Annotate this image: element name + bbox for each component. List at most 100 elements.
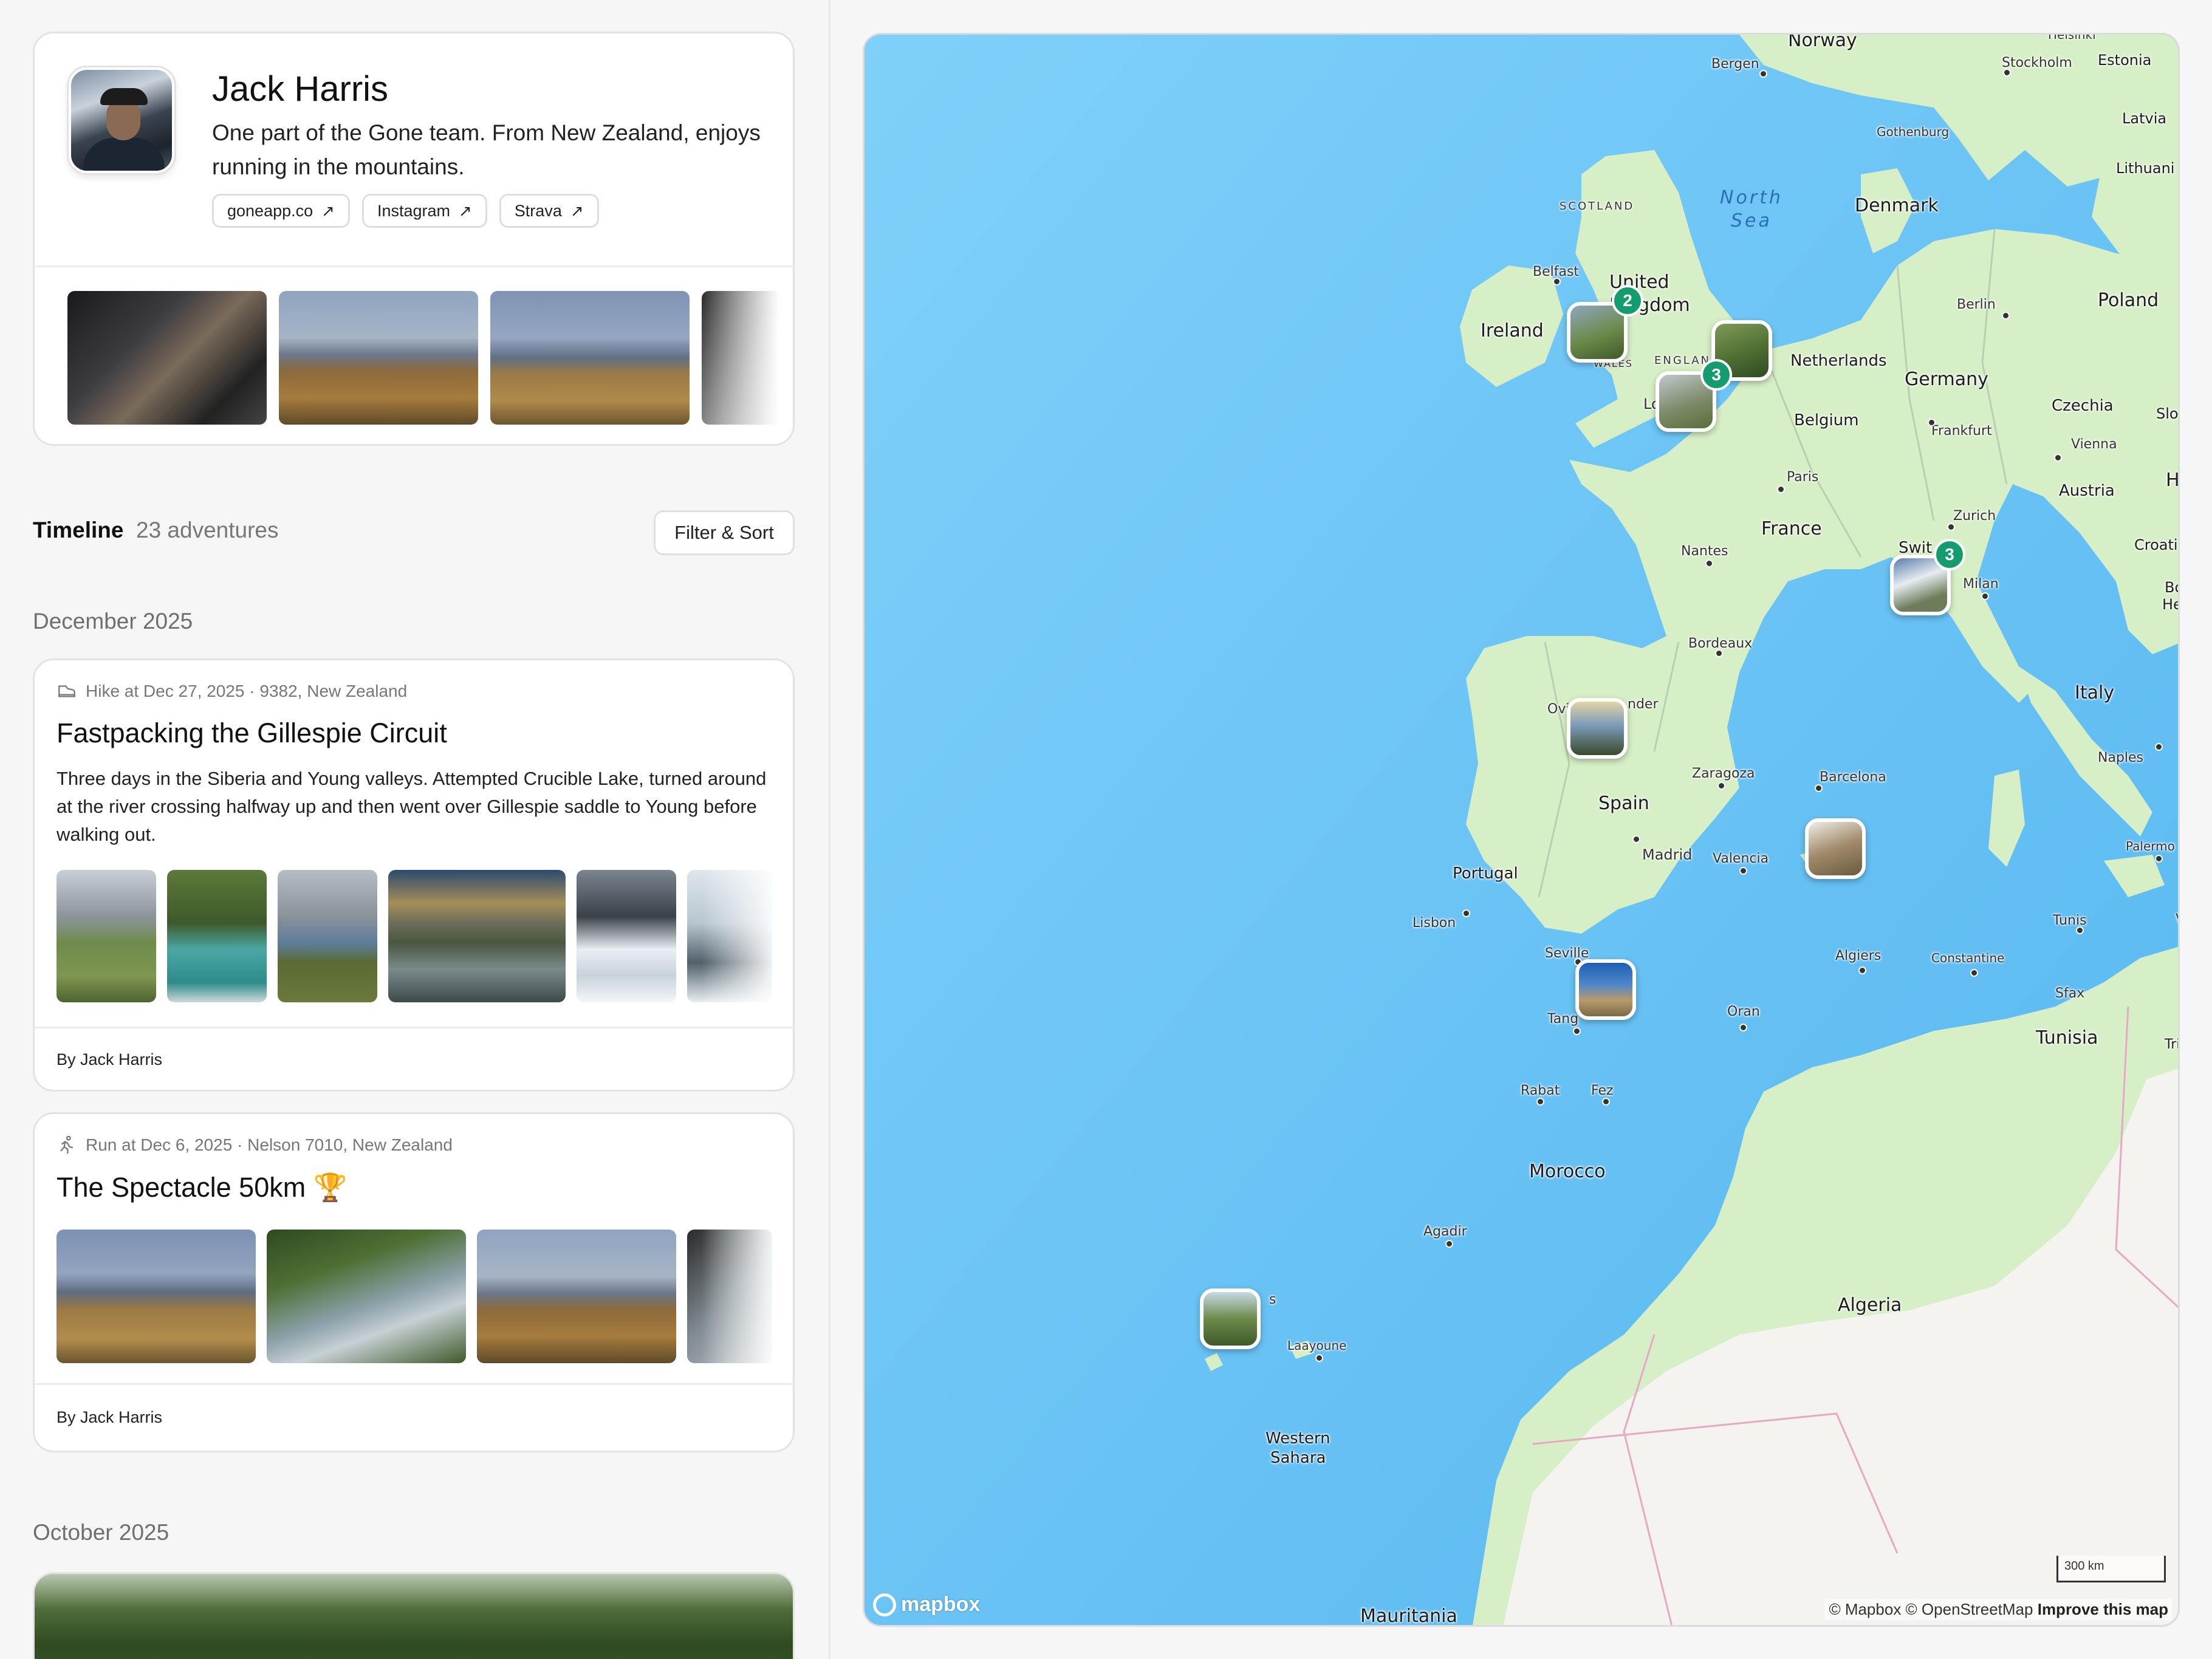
cluster-count-badge[interactable]: 3 xyxy=(1934,539,1965,570)
city-dot xyxy=(1739,1024,1747,1031)
photo-thumbnail[interactable] xyxy=(56,1230,256,1363)
sea-label: North Sea xyxy=(1720,187,1783,231)
adventure-meta: Hike at Dec 27, 2025 · 9382, New Zealand xyxy=(56,681,407,702)
map-label: SCOTLAND xyxy=(1560,200,1635,213)
adventure-photo-strip[interactable] xyxy=(56,1230,772,1363)
map-scale: 300 km xyxy=(2056,1556,2166,1582)
city-dot xyxy=(1717,782,1725,790)
divider xyxy=(35,1027,793,1028)
photo-thumbnail[interactable] xyxy=(577,870,676,1002)
map-label: Croati xyxy=(2134,536,2178,553)
cluster-count-badge[interactable]: 2 xyxy=(1612,285,1643,316)
map-label: Tang xyxy=(1547,1011,1579,1027)
map-label: Latvia xyxy=(2122,110,2167,127)
photo-thumbnail[interactable] xyxy=(278,870,377,1002)
city-dot xyxy=(2003,69,2011,77)
adventure-meta-text: Hike at Dec 27, 2025 · 9382, New Zealand xyxy=(86,682,408,700)
link-strava[interactable]: Strava ↗ xyxy=(499,194,599,228)
city-dot xyxy=(1759,70,1767,78)
improve-map-link[interactable]: Improve this map xyxy=(2038,1600,2168,1618)
map-label: Sfax xyxy=(2055,986,2085,1001)
map-attribution[interactable]: © Mapbox © OpenStreetMap Improve this ma… xyxy=(1825,1599,2172,1620)
city-dot xyxy=(1705,559,1713,567)
profile-bio: One part of the Gone team. From New Zeal… xyxy=(212,120,761,179)
month-heading: December 2025 xyxy=(33,609,193,634)
photo-thumbnail[interactable] xyxy=(267,1230,466,1363)
adventure-marker[interactable] xyxy=(1200,1288,1261,1349)
photo-thumbnail[interactable] xyxy=(167,870,267,1002)
map-label: Morocco xyxy=(1529,1161,1606,1182)
map-label: Seville xyxy=(1545,946,1589,961)
map-label: Palermo xyxy=(2126,839,2175,853)
adventure-title[interactable]: Fastpacking the Gillespie Circuit xyxy=(56,717,447,749)
city-dot xyxy=(1573,1027,1581,1035)
timeline-count: 23 adventures xyxy=(136,518,279,542)
map-label: Western xyxy=(1265,1429,1330,1448)
city-dot xyxy=(1777,485,1785,493)
map-label: s xyxy=(1269,1292,1276,1307)
city-dot xyxy=(1970,969,1978,977)
map-label: Zaragoza xyxy=(1692,766,1755,781)
link-goneapp[interactable]: goneapp.co ↗ xyxy=(212,194,350,228)
adventure-description: Three days in the Siberia and Young vall… xyxy=(56,768,767,845)
hike-boot-icon xyxy=(58,685,75,697)
map-label: Milan xyxy=(1963,576,1999,592)
attribution-text[interactable]: © Mapbox © OpenStreetMap xyxy=(1829,1600,2033,1618)
adventure-marker[interactable] xyxy=(1567,698,1628,759)
map-label: Valencia xyxy=(1713,851,1769,866)
link-instagram[interactable]: Instagram ↗ xyxy=(361,194,487,228)
map-label: Spain xyxy=(1598,793,1649,814)
adventure-card[interactable] xyxy=(33,1572,795,1659)
photo-thumbnail[interactable] xyxy=(388,870,566,1002)
map-label: Netherlands xyxy=(1790,352,1887,370)
arrow-up-right-icon: ↗ xyxy=(459,201,472,220)
city-dot xyxy=(2076,926,2084,934)
photo-thumbnail[interactable] xyxy=(490,291,690,425)
city-dot xyxy=(2054,454,2062,462)
map-label: Denmark xyxy=(1855,195,1939,216)
link-label: Strava xyxy=(514,201,562,220)
arrow-up-right-icon: ↗ xyxy=(321,201,335,220)
adventure-author[interactable]: By Jack Harris xyxy=(56,1050,162,1069)
mapbox-logo[interactable]: mapbox xyxy=(873,1593,980,1616)
map-label: Tunisia xyxy=(2036,1027,2098,1048)
adventure-marker[interactable] xyxy=(1575,959,1636,1020)
adventure-marker[interactable] xyxy=(1805,818,1866,879)
photo-thumbnail[interactable] xyxy=(477,1230,676,1363)
city-dot xyxy=(1445,1240,1453,1248)
map-label: Ireland xyxy=(1481,320,1544,341)
map-label: Gothenburg xyxy=(1877,125,1950,139)
map-label: V xyxy=(2176,912,2178,927)
map-label: Zurich xyxy=(1953,508,1996,524)
photo-thumbnail[interactable] xyxy=(279,291,478,425)
map-label: Italy xyxy=(2075,682,2115,703)
adventure-title[interactable]: The Spectacle 50km 🏆 xyxy=(56,1171,348,1203)
profile-photo-strip[interactable] xyxy=(67,291,793,425)
map-label: Lisbon xyxy=(1412,915,1456,931)
photo-thumbnail[interactable] xyxy=(56,870,156,1002)
city-dot xyxy=(1715,649,1723,657)
divider xyxy=(35,265,793,267)
map-label: Bordeaux xyxy=(1688,636,1753,651)
map-label: Agadir xyxy=(1423,1224,1467,1239)
cluster-count-badge[interactable]: 3 xyxy=(1700,359,1732,391)
map-basemap[interactable] xyxy=(865,35,2180,1627)
adventure-card[interactable]: Hike at Dec 27, 2025 · 9382, New Zealand… xyxy=(33,658,795,1092)
map-label: nder xyxy=(1628,697,1659,712)
map-label: Nantes xyxy=(1681,544,1728,559)
filter-sort-button[interactable]: Filter & Sort xyxy=(654,510,795,555)
adventure-card[interactable]: Run at Dec 6, 2025 · Nelson 7010, New Ze… xyxy=(33,1112,795,1452)
city-dot xyxy=(1739,867,1747,875)
city-dot xyxy=(1981,592,1989,600)
map-label: Belgium xyxy=(1794,411,1859,429)
photo-thumbnail[interactable] xyxy=(67,291,267,425)
map-label: Fez xyxy=(1591,1083,1614,1098)
adventure-author[interactable]: By Jack Harris xyxy=(56,1408,162,1427)
city-dot xyxy=(1815,784,1823,792)
adventure-photo-strip[interactable] xyxy=(56,870,772,1002)
map-label: H xyxy=(2166,470,2180,491)
map-label: Germany xyxy=(1905,369,1988,390)
map-label: Barcelona xyxy=(1820,770,1886,785)
city-dot xyxy=(1553,278,1561,286)
adventure-map[interactable]: North Sea Norway Estonia Latvia Lithuani … xyxy=(863,33,2180,1627)
